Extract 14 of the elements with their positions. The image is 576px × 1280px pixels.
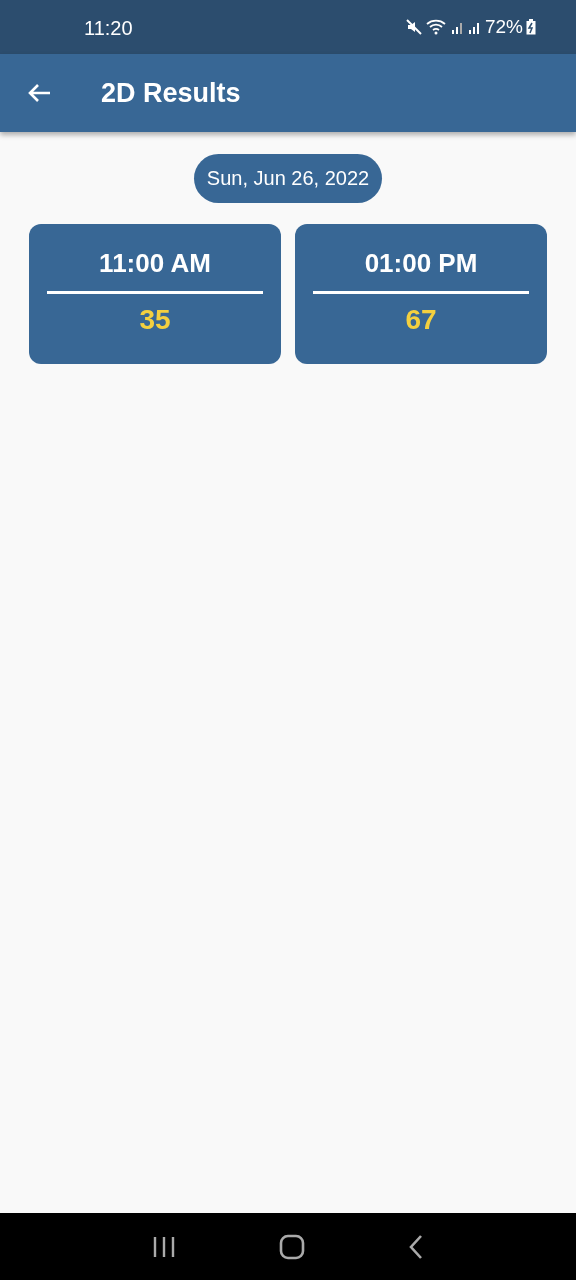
recent-apps-icon[interactable] [151,1235,176,1258]
draw-time: 11:00 AM [99,248,211,279]
back-icon[interactable] [408,1233,425,1260]
result-number: 35 [139,304,171,336]
home-icon[interactable] [279,1233,305,1260]
mute-icon [404,18,423,36]
status-time: 11:20 [84,16,133,40]
draw-time: 01:00 PM [364,248,478,279]
result-number: 67 [405,304,437,336]
battery-percent: 72% [484,16,523,38]
date-chip: Sun, Jun 26, 2022 [193,154,383,203]
battery-icon [526,19,536,35]
page-title: 2D Results [101,77,241,109]
wifi-icon [425,18,448,36]
